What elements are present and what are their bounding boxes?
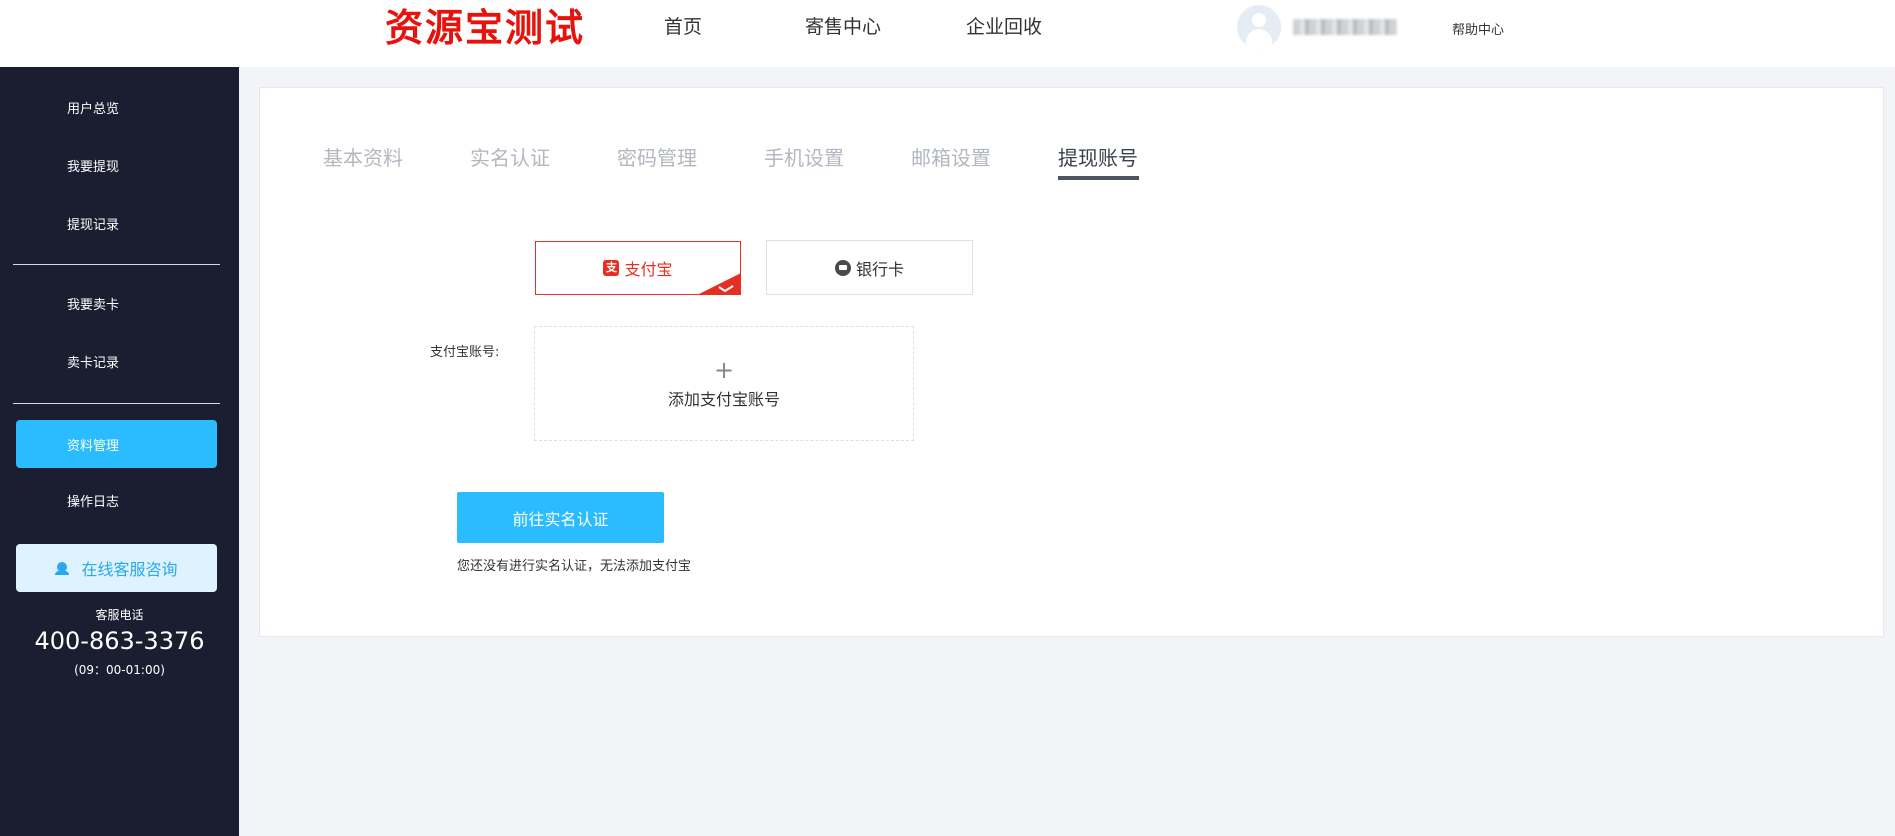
site-logo[interactable]: 资源宝测试 xyxy=(385,6,585,50)
phone-label: 客服电话 xyxy=(95,608,144,622)
alipay-icon: 支 xyxy=(603,260,620,276)
tab-real-name[interactable]: 实名认证 xyxy=(470,144,550,172)
go-real-name-verification-button[interactable]: 前往实名认证 xyxy=(457,492,664,543)
sidebar-divider xyxy=(13,264,220,265)
help-center-link[interactable]: 帮助中心 xyxy=(1452,19,1504,38)
active-tab-indicator xyxy=(1058,176,1139,180)
tab-basic-info[interactable]: 基本资料 xyxy=(323,144,403,172)
bank-card-icon xyxy=(834,259,851,276)
alipay-option-button[interactable]: 支 支付宝 xyxy=(535,241,741,295)
tab-password[interactable]: 密码管理 xyxy=(617,144,697,172)
sidebar-item-withdraw-records[interactable]: 提现记录 xyxy=(67,217,119,235)
nav-consignment-center[interactable]: 寄售中心 xyxy=(805,14,881,40)
avatar-icon xyxy=(1237,5,1281,49)
verification-hint: 您还没有进行实名认证，无法添加支付宝 xyxy=(457,559,692,574)
service-phone: 400-863-3376 xyxy=(34,627,205,655)
sidebar-divider xyxy=(13,403,220,404)
sidebar-item-operation-log[interactable]: 操作日志 xyxy=(67,494,119,512)
tab-phone[interactable]: 手机设置 xyxy=(764,144,844,172)
alipay-option-label: 支付宝 xyxy=(624,260,673,279)
username-blurred: user xyxy=(1293,19,1397,35)
tab-email[interactable]: 邮箱设置 xyxy=(911,144,991,172)
add-alipay-account-box[interactable]: + 添加支付宝账号 xyxy=(534,326,914,441)
sidebar-item-profile-management[interactable]: 资料管理 xyxy=(16,420,217,468)
sidebar-item-user-overview[interactable]: 用户总览 xyxy=(67,101,119,119)
alipay-account-label: 支付宝账号: xyxy=(430,345,500,360)
online-service-button[interactable]: 在线客服咨询 xyxy=(16,544,217,592)
nav-home[interactable]: 首页 xyxy=(664,14,702,40)
online-service-label: 在线客服咨询 xyxy=(81,560,178,579)
headset-icon xyxy=(55,561,70,575)
top-header: 资源宝测试 首页 寄售中心 企业回收 user 帮助中心 xyxy=(0,0,1895,67)
sidebar-item-sell-card[interactable]: 我要卖卡 xyxy=(67,297,119,315)
nav-enterprise-recycling[interactable]: 企业回收 xyxy=(966,14,1042,40)
sidebar: 用户总览 我要提现 提现记录 我要卖卡 卖卡记录 资料管理 操作日志 在线客服咨… xyxy=(0,67,239,836)
tab-withdraw-account[interactable]: 提现账号 xyxy=(1058,144,1138,172)
bank-card-option-button[interactable]: 银行卡 xyxy=(766,240,973,295)
sidebar-item-sell-records[interactable]: 卖卡记录 xyxy=(67,355,119,373)
user-menu[interactable]: user xyxy=(1237,5,1397,49)
check-corner-icon xyxy=(699,273,740,294)
bank-card-option-label: 银行卡 xyxy=(855,259,904,279)
service-hours: (09：00-01:00) xyxy=(74,663,165,677)
add-alipay-account-label: 添加支付宝账号 xyxy=(667,389,780,409)
sidebar-item-withdraw[interactable]: 我要提现 xyxy=(67,159,119,177)
main-card: 基本资料 实名认证 密码管理 手机设置 邮箱设置 提现账号 支 支付宝 银行卡 … xyxy=(259,87,1884,637)
plus-icon: + xyxy=(713,355,735,384)
sidebar-item-label: 资料管理 xyxy=(67,439,120,454)
